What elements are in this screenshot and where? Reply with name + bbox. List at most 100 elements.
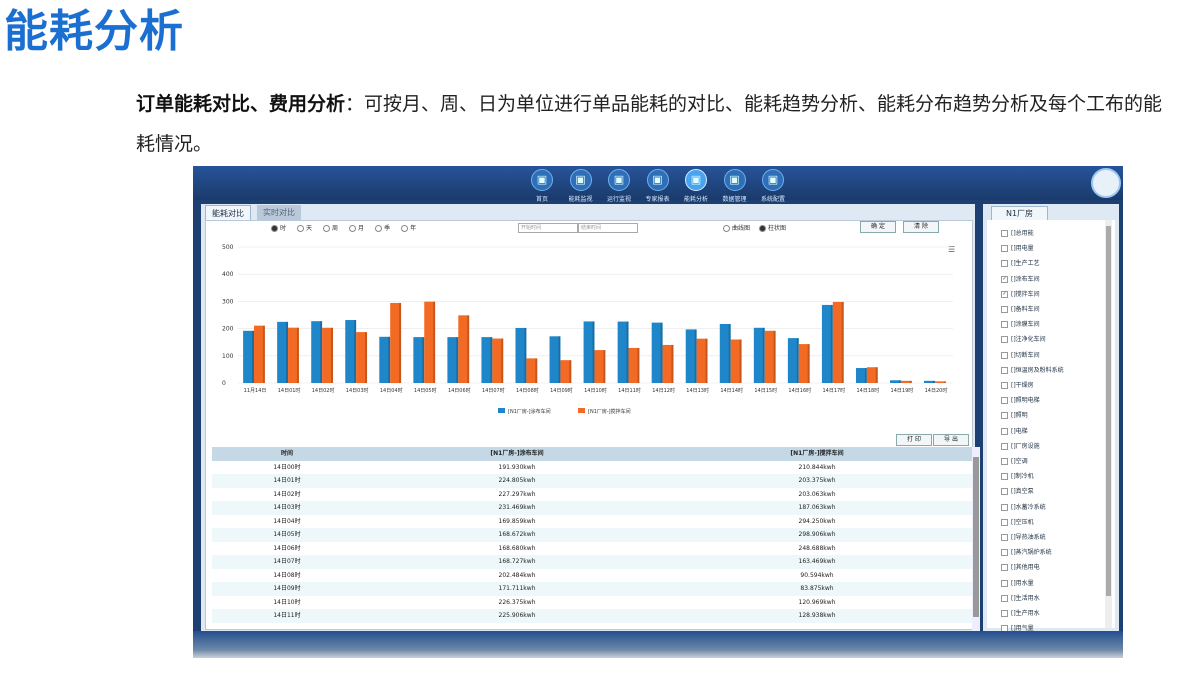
checkbox-icon: [1001, 549, 1008, 557]
nav-item-1[interactable]: ▣ 能耗监视: [562, 169, 600, 203]
chart-type-option-0[interactable]: 曲线图: [718, 225, 750, 232]
checkbox-icon: [1001, 534, 1008, 541]
nav-item-3[interactable]: ▣ 专家报表: [639, 169, 677, 203]
tree-item-label: []生活用水: [1011, 594, 1040, 602]
table-row: 14日01时 224.805kwh 203.375kwh: [212, 474, 972, 488]
bar-shade: [388, 336, 391, 383]
table-cell: 14日08时: [273, 571, 301, 579]
table-row: 14日09时 171.711kwh 83.875kwh: [212, 582, 972, 596]
tree-item[interactable]: []水蓄冷系统: [1001, 502, 1046, 511]
print-button[interactable]: 打 印: [896, 434, 932, 446]
table-cell: 169.859kwh: [498, 517, 536, 525]
radio-icon: [375, 225, 383, 232]
period-label: 时: [280, 225, 287, 232]
tree-item[interactable]: ✓ []搅拌车间: [1001, 289, 1040, 298]
table-cell: 128.938kwh: [798, 612, 836, 619]
radio-icon: [271, 225, 278, 232]
period-option-1[interactable]: 天: [292, 225, 312, 232]
tree-item[interactable]: []恒温房及粉料系统: [1001, 365, 1064, 374]
tree-item[interactable]: []空压机: [1001, 517, 1034, 526]
chart-type-label: 曲线图: [732, 225, 751, 232]
table-cell: 90.594kwh: [800, 571, 834, 579]
start-time-input[interactable]: 开始时间: [518, 223, 578, 233]
x-tick-label: 14日11时: [618, 387, 641, 394]
table-scrollbar[interactable]: [972, 447, 980, 631]
end-time-input[interactable]: 结束时间: [578, 223, 638, 233]
table-cell: 14日05时: [273, 531, 301, 538]
table-cell: 14日03时: [273, 504, 301, 511]
tree-item[interactable]: []照明: [1001, 410, 1028, 420]
tree-item[interactable]: []照明电梯: [1001, 395, 1040, 405]
tree-item-label: []生产工艺: [1011, 260, 1040, 268]
tree-item-label: []备料车间: [1011, 306, 1040, 313]
tree-item[interactable]: []空调: [1001, 456, 1028, 465]
table-cell: 14日02时: [273, 490, 301, 498]
table-cell: 203.375kwh: [798, 477, 836, 484]
tree-item[interactable]: []其他用电: [1001, 562, 1040, 572]
period-option-0[interactable]: 时: [266, 225, 286, 232]
period-option-2[interactable]: 周: [318, 225, 338, 232]
bar-shade: [875, 367, 878, 383]
bar-shade: [320, 321, 323, 383]
period-option-4[interactable]: 季: [370, 225, 390, 232]
tree-item-label: []搅拌车间: [1011, 290, 1040, 298]
avatar[interactable]: [1091, 168, 1121, 198]
tree-item[interactable]: []导热油系统: [1001, 532, 1046, 541]
database-icon: ▣: [723, 169, 746, 191]
description-bold: 订单能耗对比、费用分析: [136, 93, 346, 115]
x-tick-label: 14日02时: [312, 387, 335, 394]
analysis-icon: ▣: [685, 169, 707, 191]
nav-item-0[interactable]: ▣ 首页: [523, 169, 561, 203]
tree-item[interactable]: []总用能: [1001, 228, 1034, 237]
y-tick-label: 100: [222, 353, 234, 360]
nav-item-5[interactable]: ▣ 数据管理: [716, 169, 754, 203]
nav-item-2[interactable]: ▣ 运行监视: [600, 169, 638, 203]
confirm-button[interactable]: 确 定: [860, 221, 896, 233]
bar-shade: [728, 323, 731, 383]
tree-item[interactable]: []电梯: [1001, 426, 1028, 435]
table-cell: 14日10时: [273, 598, 301, 606]
period-label: 天: [306, 225, 313, 232]
tree-item[interactable]: []备料车间: [1001, 304, 1040, 313]
checkbox-icon: [1001, 518, 1008, 526]
data-table: 时间 [N1厂房-]涂布车间 [N1厂房-]搅拌车间 14日00时 191.930kwh…: [212, 447, 972, 623]
y-tick-label: 500: [222, 244, 234, 251]
nav-item-6[interactable]: ▣ 系统配置: [754, 169, 792, 203]
bar-shade: [773, 330, 776, 383]
tree-item[interactable]: []真空泵: [1001, 486, 1034, 496]
tree-item-label: []照明: [1011, 412, 1028, 420]
tree-item[interactable]: []蒸汽锅炉系统: [1001, 547, 1052, 557]
tree-item[interactable]: ✓ []涂布车间: [1001, 274, 1040, 283]
period-option-5[interactable]: 年: [396, 225, 416, 232]
clear-button[interactable]: 清 除: [903, 221, 939, 233]
table-cell: 14日11时: [273, 612, 301, 619]
tree-item[interactable]: []干燥房: [1001, 380, 1034, 389]
tab-energy-compare[interactable]: 能耗对比: [205, 205, 251, 221]
x-tick-label: 14日12时: [652, 387, 675, 394]
tab-realtime-compare[interactable]: 实时对比: [257, 205, 301, 220]
table-row: 14日04时 169.859kwh 294.250kwh: [212, 515, 972, 529]
tree-scrollbar[interactable]: [1105, 220, 1112, 628]
tree-item[interactable]: []制冷机: [1001, 471, 1034, 481]
period-option-3[interactable]: 月: [344, 225, 364, 232]
export-button[interactable]: 导 出: [933, 434, 969, 446]
tree-item[interactable]: []生产用水: [1001, 608, 1040, 617]
radio-icon: [723, 225, 730, 232]
legend-swatch: [498, 408, 505, 413]
tree-item[interactable]: []注净化车间: [1001, 334, 1046, 344]
chart-type-option-1[interactable]: 柱状图: [754, 225, 786, 232]
tree-item[interactable]: []厂房设施: [1001, 441, 1040, 450]
nav-item-4[interactable]: ▣ 能耗分析: [677, 169, 715, 203]
bar-shade: [456, 337, 459, 383]
tree-item[interactable]: []用水量: [1001, 578, 1034, 587]
table-cell: 202.484kwh: [498, 571, 536, 579]
x-tick-label: 14日13时: [686, 387, 709, 394]
footer-bar: [193, 631, 1123, 658]
bar-shade: [262, 325, 265, 383]
tree-item[interactable]: []切断车间: [1001, 350, 1040, 359]
tree-item[interactable]: []用电量: [1001, 243, 1034, 253]
tree-item[interactable]: []涂膜车间: [1001, 319, 1040, 329]
x-tick-label: 14日16时: [788, 387, 811, 394]
tree-item[interactable]: []生活用水: [1001, 593, 1040, 602]
tree-item[interactable]: []生产工艺: [1001, 258, 1040, 268]
